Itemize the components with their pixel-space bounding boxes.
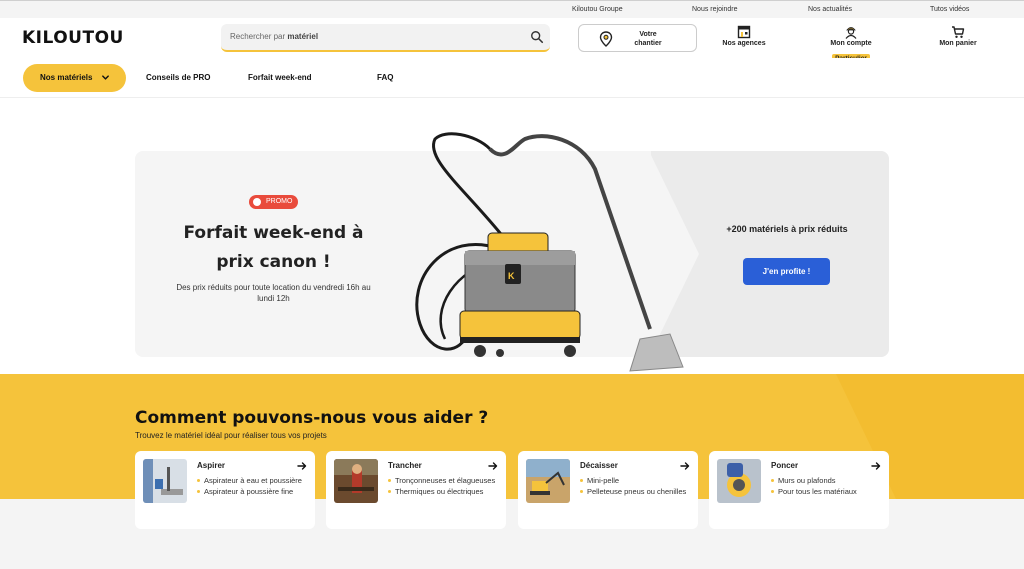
card-trancher[interactable]: Trancher Tronçonneuses et élagueuses The… [326,451,506,529]
top-utility-bar: Kiloutou Groupe Nous rejoindre Nos actua… [0,0,1024,18]
trancher-thumbnail-image [334,459,378,503]
link-tutos-videos[interactable]: Tutos vidéos [930,6,969,13]
card-trancher-item-2[interactable]: Thermiques ou électriques [388,486,500,497]
votre-chantier-button[interactable]: Votre chantier [578,24,697,52]
poncer-thumbnail-image [717,459,761,503]
help-title: Comment pouvons-nous vous aider ? [135,408,489,428]
link-nous-rejoindre[interactable]: Nous rejoindre [692,6,738,13]
card-poncer-title: Poncer [771,461,799,470]
promo-badge-label: PROMO [266,198,293,205]
help-subtitle: Trouvez le matériel idéal pour réaliser … [135,431,327,440]
nos-agences-label: Nos agences [722,40,766,47]
card-aspirer[interactable]: Aspirer Aspirateur à eau et poussière As… [135,451,315,529]
card-decaisser-item-2[interactable]: Pelleteuse pneus ou chenilles [580,486,692,497]
card-decaisser-item-1[interactable]: Mini-pelle [580,475,692,486]
nav-forfait-week-end[interactable]: Forfait week-end [248,73,312,82]
svg-text:K: K [508,271,515,281]
card-trancher-title: Trancher [388,461,422,470]
card-aspirer-item-2[interactable]: Aspirateur à poussière fine [197,486,309,497]
card-decaisser-list: Mini-pelle Pelleteuse pneus ou chenilles [580,475,692,497]
card-decaisser[interactable]: Décaisser Mini-pelle Pelleteuse pneus ou… [518,451,698,529]
card-trancher-item-1[interactable]: Tronçonneuses et élagueuses [388,475,500,486]
store-icon [737,25,751,39]
mon-panier-button[interactable]: Mon panier [936,25,980,47]
hero-title: Forfait week-end à prix canon ! [183,223,364,272]
search-bar[interactable]: Rechercher par matériel [221,24,550,52]
card-decaisser-title: Décaisser [580,461,618,470]
main-navigation: Nos matériels Conseils de PRO Forfait we… [0,58,1024,98]
nos-materiels-button[interactable]: Nos matériels [23,64,126,92]
card-aspirer-title: Aspirer [197,461,226,470]
map-pin-icon [599,31,613,47]
site-logo[interactable]: KILOUTOU [22,28,124,48]
nav-conseils-de-pro[interactable]: Conseils de PRO [146,73,210,82]
aspirer-thumbnail-image [143,459,187,503]
vacuum-cleaner-image: K [415,132,684,372]
votre-chantier-label: Votre chantier [634,31,662,47]
mon-panier-label: Mon panier [939,40,977,47]
nav-faq[interactable]: FAQ [377,73,393,82]
card-trancher-list: Tronçonneuses et élagueuses Thermiques o… [388,475,500,497]
card-poncer[interactable]: Poncer Murs ou plafonds Pour tous les ma… [709,451,889,529]
arrow-right-icon[interactable] [871,461,881,471]
hero-right-title: +200 matériels à prix réduits [726,224,848,234]
jen-profite-button[interactable]: J'en profite ! [743,258,830,285]
search-placeholder: Rechercher par matériel [230,32,319,41]
card-poncer-list: Murs ou plafonds Pour tous les matériaux [771,475,883,497]
search-icon[interactable] [530,30,544,44]
link-kiloutou-groupe[interactable]: Kiloutou Groupe [572,6,623,13]
cart-icon [952,26,965,38]
promo-dot-icon [253,198,261,206]
nos-materiels-label: Nos matériels [40,73,93,82]
site-header: KILOUTOU Rechercher par matériel Votre c… [0,18,1024,63]
card-aspirer-item-1[interactable]: Aspirateur à eau et poussière [197,475,309,486]
decaisser-thumbnail-image [526,459,570,503]
card-aspirer-list: Aspirateur à eau et poussière Aspirateur… [197,475,309,497]
chevron-down-icon [102,75,109,80]
user-icon [845,27,857,39]
card-poncer-item-1[interactable]: Murs ou plafonds [771,475,883,486]
mon-compte-label: Mon compte [830,40,872,47]
hero-subtitle: Des prix réduits pour toute location du … [176,283,371,303]
nos-agences-button[interactable]: Nos agences [722,25,766,47]
link-nos-actualites[interactable]: Nos actualités [808,6,852,13]
arrow-right-icon[interactable] [680,461,690,471]
arrow-right-icon[interactable] [488,461,498,471]
arrow-right-icon[interactable] [297,461,307,471]
card-poncer-item-2[interactable]: Pour tous les matériaux [771,486,883,497]
promo-badge: PROMO [249,195,299,209]
